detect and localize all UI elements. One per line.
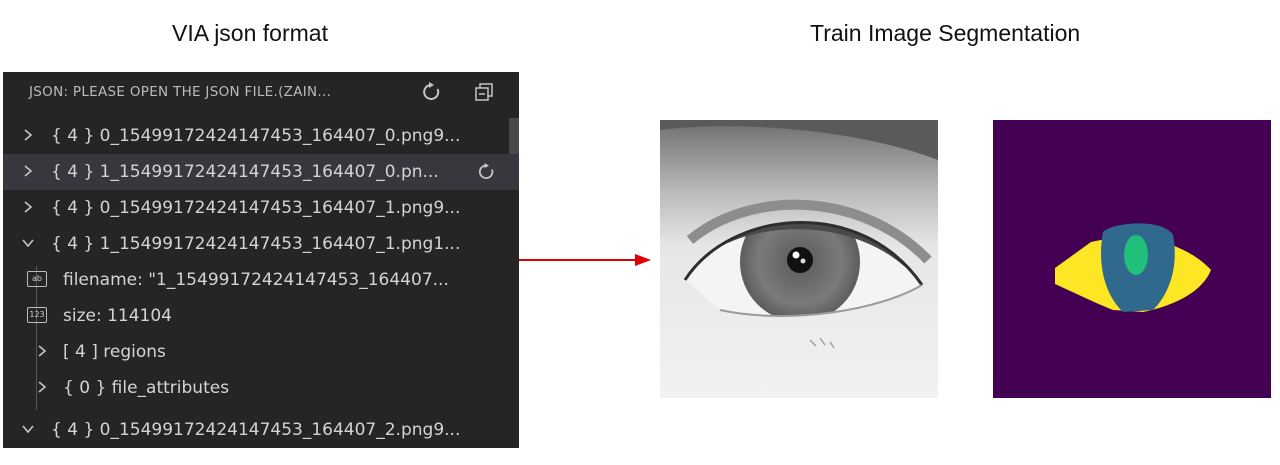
refresh-icon[interactable] [477,162,497,182]
left-caption: VIA json format [172,20,328,46]
tree-item[interactable]: { 4 } 0_15499172424147453_164407_1.png9.… [3,190,519,226]
tree-leaf-size[interactable]: 123 size: 114104 [3,298,519,334]
tree-item-label: filename: "1_15499172424147453_164407... [63,270,449,290]
panel-header: JSON: PLEASE OPEN THE JSON FILE.(ZAIN... [3,72,519,112]
tree-item-selected[interactable]: { 4 } 1_15499172424147453_164407_0.pn... [3,154,519,190]
eye-photo [660,120,938,398]
tree-item-label: { 4 } 0_15499172424147453_164407_1.png9.… [51,198,461,218]
chevron-right-icon [24,165,33,177]
tree-item-label: { 0 } file_attributes [63,378,230,398]
collapse-all-icon[interactable] [473,81,495,103]
json-tree-panel: JSON: PLEASE OPEN THE JSON FILE.(ZAIN...… [3,72,519,448]
chevron-right-icon [38,381,47,393]
chevron-down-icon [22,239,34,248]
right-caption: Train Image Segmentation [810,20,1081,46]
string-type-icon: ab [27,271,47,287]
chevron-right-icon [24,201,33,213]
tree-item-expanded[interactable]: { 4 } 0_15499172424147453_164407_2.png9.… [3,412,519,448]
tree-item-label: { 4 } 0_15499172424147453_164407_0.png9.… [51,126,461,146]
tree-item[interactable]: { 4 } 0_15499172424147453_164407_0.png9.… [3,118,519,154]
tree-leaf-filename[interactable]: ab filename: "1_15499172424147453_164407… [3,262,519,298]
chevron-right-icon [24,129,33,141]
chevron-right-icon [38,345,47,357]
tree-item[interactable]: { 0 } file_attributes [3,370,519,406]
tree-item-expanded[interactable]: { 4 } 1_15499172424147453_164407_1.png1.… [3,226,519,262]
panel-title: JSON: PLEASE OPEN THE JSON FILE.(ZAIN... [29,84,332,100]
refresh-icon[interactable] [421,81,443,103]
number-type-icon: 123 [27,307,47,323]
tree-item-label: { 4 } 1_15499172424147453_164407_0.pn... [51,162,439,182]
chevron-down-icon [22,425,34,434]
segmentation-mask [993,120,1271,398]
tree-item-label: [ 4 ] regions [63,342,166,362]
right-arrow [519,254,651,266]
tree-item-label: { 4 } 1_15499172424147453_164407_1.png1.… [51,234,461,254]
tree-item[interactable]: [ 4 ] regions [3,334,519,370]
tree-item-label: size: 114104 [63,306,172,326]
tree-item-label: { 4 } 0_15499172424147453_164407_2.png9.… [51,420,461,440]
